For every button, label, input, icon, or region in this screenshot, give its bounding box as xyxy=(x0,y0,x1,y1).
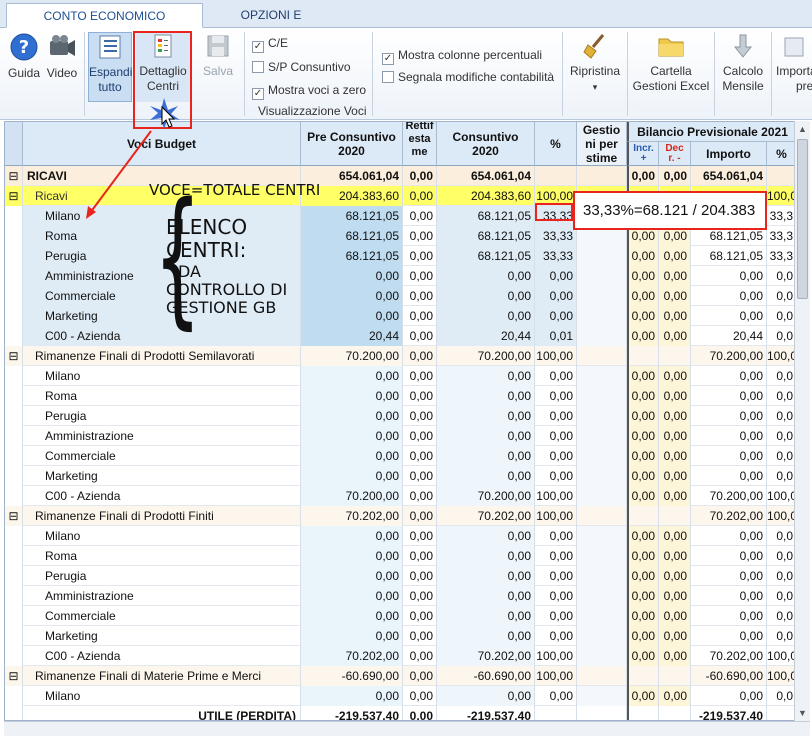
elenco-annotation-1: ELENCO xyxy=(166,215,248,239)
annotation-arrow xyxy=(89,130,152,214)
voce-annotation: VOCE=TOTALE CENTRI xyxy=(149,181,321,199)
elenco-annotation-4: CONTROLLO DI xyxy=(166,280,288,299)
percent-highlight-box xyxy=(535,203,573,221)
elenco-annotation-3: DA xyxy=(178,262,201,281)
percent-callout: 33,33%=68.121 / 204.383 xyxy=(573,191,767,230)
elenco-annotation-2: CENTRI: xyxy=(166,238,247,262)
elenco-annotation-5: GESTIONE GB xyxy=(166,298,277,317)
annotation-overlay: { xyxy=(86,98,201,343)
